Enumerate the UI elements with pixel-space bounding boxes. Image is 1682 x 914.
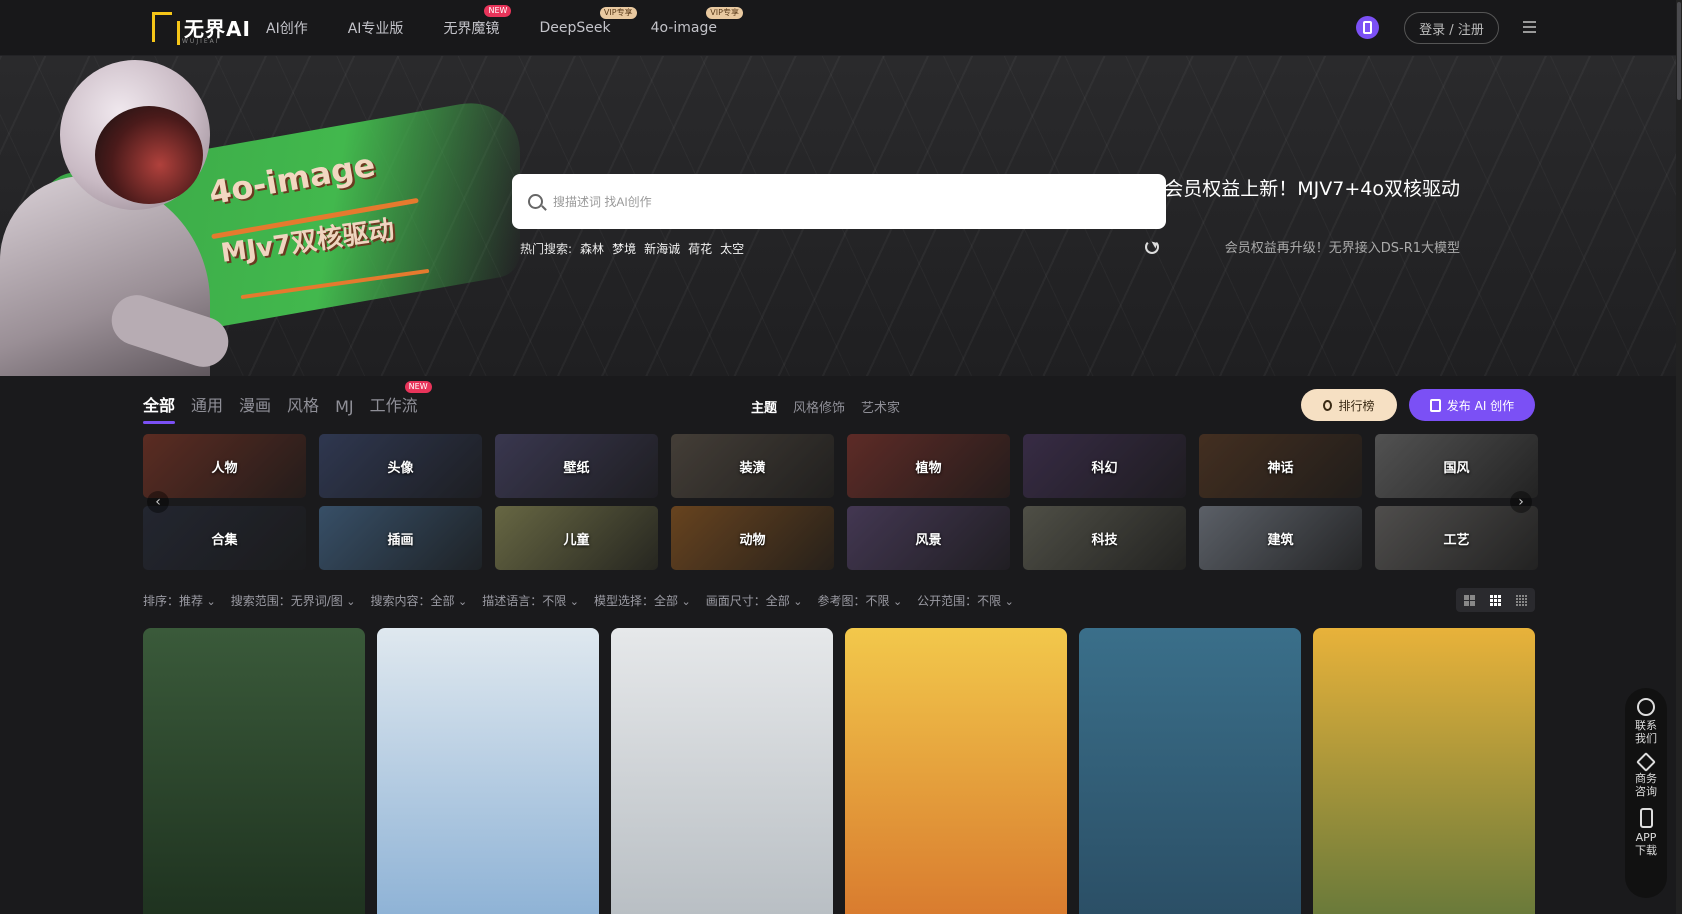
nav-links: AI创作 AI专业版 无界魔镜 NEW DeepSeek VIP专享 4o-imag… [266,0,757,56]
gallery-card[interactable] [1313,628,1535,914]
hero-promo-art[interactable]: 4o-image MJv7双核驱动 [0,56,520,376]
grid-medium-icon[interactable] [1489,594,1501,606]
mobile-app-button[interactable] [1356,16,1379,39]
subtab-style-modifier[interactable]: 风格修饰 [793,397,845,416]
floating-side-panel: 联系我们 商务咨询 APP下载 [1625,688,1667,898]
category-tile[interactable]: 动物 [671,506,834,570]
category-tile[interactable]: 头像 [319,434,482,498]
filter-visibility[interactable]: 公开范围：不限 [917,592,1014,609]
subtab-artist[interactable]: 艺术家 [861,397,900,416]
filter-language[interactable]: 描述语言：不限 [482,592,579,609]
filter-model[interactable]: 模型选择：全部 [594,592,691,609]
view-toggle [1456,588,1535,612]
medal-icon [1323,399,1333,411]
filter-sort[interactable]: 排序：推荐 [143,592,216,609]
subtab-theme[interactable]: 主题 [751,397,777,416]
nav-ai-create[interactable]: AI创作 [266,18,308,38]
search-box [512,174,1166,229]
search-input[interactable] [553,194,1133,209]
refresh-icon[interactable] [1145,240,1159,254]
tab-mj[interactable]: MJ [335,397,354,416]
publish-creation-button[interactable]: 发布 AI 创作 [1409,389,1535,421]
app-download-button[interactable]: APP下载 [1633,808,1659,857]
gallery-card[interactable] [143,628,365,914]
tab-all[interactable]: 全部 [143,392,176,424]
sub-tabs: 主题 风格修饰 艺术家 [751,397,900,416]
category-tile[interactable]: 科幻 [1023,434,1186,498]
new-badge: NEW [404,381,432,393]
image-gallery [143,628,1535,914]
search-icon[interactable] [528,194,543,209]
category-tile[interactable]: 神话 [1199,434,1362,498]
category-grid: 人物 头像 壁纸 装潢 植物 科幻 神话 国风 合集 插画 儿童 动物 风景 科… [143,434,1538,570]
category-tile[interactable]: 人物 [143,434,306,498]
nav-ai-pro[interactable]: AI专业版 [348,18,404,38]
carousel-next-arrow-icon[interactable]: › [1510,491,1532,513]
hot-term[interactable]: 新海诚 [644,240,680,257]
gallery-card[interactable] [377,628,599,914]
business-inquiry-button[interactable]: 商务咨询 [1633,752,1659,798]
hamburger-menu-icon[interactable] [1523,21,1536,33]
gallery-card[interactable] [1079,628,1301,914]
hot-term[interactable]: 森林 [580,240,604,257]
logo-subtext: WUJIEAI [182,38,220,45]
top-navbar: 无界AI WUJIEAI AI创作 AI专业版 无界魔镜 NEW DeepSeek… [0,0,1682,56]
document-icon [1429,398,1441,412]
category-tile[interactable]: 儿童 [495,506,658,570]
category-tile[interactable]: 工艺 [1375,506,1538,570]
carousel-prev-arrow-icon[interactable]: ‹ [147,491,169,513]
category-tile[interactable]: 植物 [847,434,1010,498]
promo-subtitle[interactable]: 会员权益再升级！无界接入DS-R1大模型 [1225,237,1460,256]
category-tile[interactable]: 装潢 [671,434,834,498]
category-tile[interactable]: 风景 [847,506,1010,570]
vip-badge: VIP专享 [599,7,637,19]
hero-banner: 4o-image MJv7双核驱动 热门搜索: 森林 梦境 新海诚 荷花 太空 … [0,56,1676,376]
nav-4o-image[interactable]: 4o-image VIP专享 [651,7,743,36]
filter-size[interactable]: 画面尺寸：全部 [706,592,803,609]
leaderboard-button[interactable]: 排行榜 [1301,389,1397,421]
nav-deepseek[interactable]: DeepSeek VIP专享 [539,7,637,36]
nav-magic-mirror[interactable]: 无界魔镜 NEW [443,5,512,38]
new-badge: NEW [484,5,512,17]
tab-general[interactable]: 通用 [191,392,223,416]
hot-term[interactable]: 梦境 [612,240,636,257]
hot-search-label: 热门搜索: [520,242,573,256]
scrollbar-track[interactable] [1676,0,1682,914]
handshake-icon [1636,752,1656,772]
category-tile[interactable]: 壁纸 [495,434,658,498]
gallery-card[interactable] [845,628,1067,914]
category-tile[interactable]: 建筑 [1199,506,1362,570]
grid-large-icon[interactable] [1463,594,1475,606]
category-tile[interactable]: 插画 [319,506,482,570]
mobile-icon [1363,21,1372,34]
contact-us-button[interactable]: 联系我们 [1633,698,1659,745]
filter-row: 排序：推荐 搜索范围：无界词/图 搜索内容：全部 描述语言：不限 模型选择：全部… [143,592,1014,609]
headset-icon [1637,698,1655,716]
gallery-card[interactable] [611,628,833,914]
login-register-button[interactable]: 登录 / 注册 [1404,12,1499,44]
astronaut-visor [95,106,203,204]
category-tile[interactable]: 科技 [1023,506,1186,570]
category-tile[interactable]: 国风 [1375,434,1538,498]
tab-style[interactable]: 风格 [287,392,319,416]
hot-term[interactable]: 荷花 [688,240,712,257]
phone-icon [1639,808,1653,828]
category-tabs: 全部 通用 漫画 风格 MJ 工作流 NEW [143,381,432,424]
grid-small-icon[interactable] [1516,594,1528,606]
site-logo[interactable]: 无界AI WUJIEAI [152,10,251,45]
hot-term[interactable]: 太空 [720,240,744,257]
logo-icon [152,12,180,45]
tab-workflow[interactable]: 工作流 NEW [370,381,432,416]
tab-comic[interactable]: 漫画 [239,392,271,416]
filter-reference[interactable]: 参考图：不限 [817,592,902,609]
category-tile[interactable]: 合集 [143,506,306,570]
filter-search-scope[interactable]: 搜索范围：无界词/图 [231,592,356,609]
scrollbar-thumb[interactable] [1677,2,1681,100]
vip-badge: VIP专享 [706,7,743,19]
hot-search: 热门搜索: 森林 梦境 新海诚 荷花 太空 [520,240,744,257]
promo-title[interactable]: 会员权益上新！MJV7+4o双核驱动 [1164,174,1460,201]
filter-search-content[interactable]: 搜索内容：全部 [371,592,468,609]
